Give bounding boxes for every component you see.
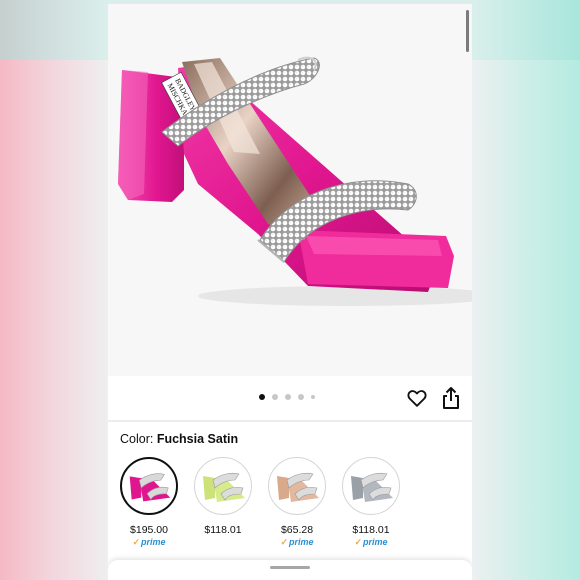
share-icon [443, 387, 459, 409]
pagination-dot[interactable] [311, 395, 315, 399]
variant-price: $118.01 [352, 524, 390, 536]
color-swatch-list: $195.00 ✓prime $118.01 $65.28 ✓prime $11… [108, 457, 472, 557]
sandal-illustration: BADGLEY MISCHKA [118, 56, 472, 306]
image-controls-bar [108, 376, 472, 420]
swatch-variant-4[interactable]: $118.01 ✓prime [334, 457, 408, 548]
color-label: Color: [120, 432, 154, 446]
selected-color-name: Fuchsia Satin [156, 432, 239, 446]
swatch-thumbnail [268, 457, 326, 515]
prime-check-icon: ✓ [132, 537, 141, 547]
prime-check-icon: ✓ [280, 537, 289, 547]
prime-badge: ✓prime [280, 537, 314, 547]
swatch-variant-3[interactable]: $65.28 ✓prime [260, 457, 334, 548]
prime-badge: ✓prime [132, 537, 166, 547]
pagination-dot[interactable] [298, 394, 304, 400]
variant-price: $65.28 [280, 524, 314, 536]
swatch-thumbnail [194, 457, 252, 515]
variant-price: $118.01 [204, 524, 242, 536]
heart-outline-icon [407, 390, 427, 407]
swatch-thumbnail [342, 457, 400, 515]
share-button[interactable] [440, 386, 462, 410]
sheet-drag-handle[interactable] [270, 566, 310, 569]
swatch-variant-2[interactable]: $118.01 [186, 457, 260, 537]
color-selection-label: Color: Fuchsia Satin [120, 432, 238, 446]
product-image[interactable]: BADGLEY MISCHKA [108, 4, 472, 376]
scrollbar[interactable] [466, 10, 469, 52]
section-divider [108, 420, 472, 422]
pagination-dot[interactable] [272, 394, 278, 400]
prime-badge: ✓prime [354, 537, 388, 547]
swatch-thumbnail [120, 457, 178, 515]
pagination-dot[interactable] [285, 394, 291, 400]
app-screen: BADGLEY MISCHKA Color: Fuchsia Satin $19… [108, 4, 472, 580]
wishlist-button[interactable] [406, 387, 428, 409]
bottom-sheet[interactable] [108, 560, 472, 580]
swatch-fuchsia-satin[interactable]: $195.00 ✓prime [112, 457, 186, 548]
prime-check-icon: ✓ [354, 537, 363, 547]
image-pagination-dots[interactable] [259, 394, 315, 400]
pagination-dot[interactable] [259, 394, 265, 400]
variant-price: $195.00 [130, 524, 168, 536]
